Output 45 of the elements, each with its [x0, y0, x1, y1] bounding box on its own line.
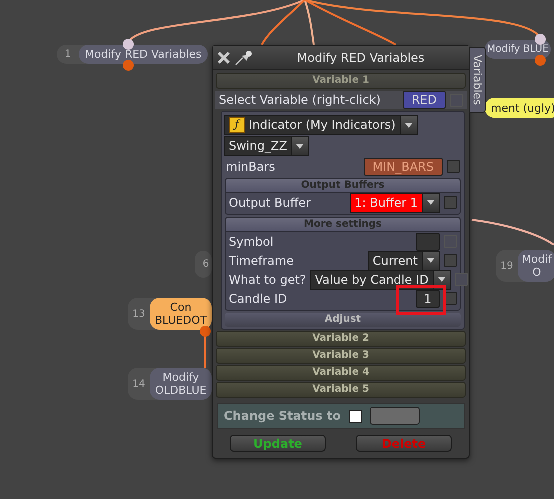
status-label: Change Status to: [224, 409, 341, 423]
checkbox[interactable]: [348, 410, 362, 422]
output-port[interactable]: [200, 326, 211, 337]
section-header[interactable]: Variable 2: [216, 331, 466, 347]
pin-icon[interactable]: [235, 50, 253, 66]
select-variable-label: Select Variable (right-click): [219, 93, 382, 107]
output-port[interactable]: [535, 55, 546, 66]
input-field[interactable]: [416, 232, 440, 250]
setting-label: What to get?: [229, 272, 306, 286]
input-port[interactable]: [123, 39, 134, 50]
checkbox[interactable]: [444, 254, 457, 267]
group-header: Output Buffers: [226, 179, 460, 193]
output-port[interactable]: [123, 60, 134, 71]
status-field[interactable]: [370, 407, 420, 425]
section-header[interactable]: Variable 5: [216, 382, 466, 398]
input-port[interactable]: [535, 34, 546, 45]
window-title: Modify RED Variables: [296, 50, 426, 64]
indicator-type-dropdown[interactable]: ƒ Indicator (My Indicators): [224, 115, 418, 135]
side-tab[interactable]: Variables: [469, 47, 486, 113]
section-header[interactable]: Variable 3: [216, 348, 466, 364]
setting-label: Symbol: [229, 234, 275, 248]
group-header: More settings: [226, 218, 460, 232]
input-field[interactable]: 1: [416, 290, 440, 308]
function-icon: ƒ: [229, 117, 245, 133]
param-tag[interactable]: MIN_BARS: [364, 158, 443, 176]
setting-label: Candle ID: [229, 292, 288, 306]
update-button[interactable]: Update: [230, 435, 326, 452]
adjust-header[interactable]: Adjust: [225, 313, 461, 327]
variable-tag[interactable]: RED: [402, 91, 446, 109]
setting-label: Timeframe: [229, 254, 295, 268]
setting-dropdown[interactable]: 1: Buffer 1: [350, 192, 440, 212]
section-header[interactable]: Variable 1: [216, 73, 466, 89]
comment-node[interactable]: ment (ugly): [485, 98, 554, 118]
param-label: minBars: [226, 160, 276, 174]
checkbox[interactable]: [447, 160, 460, 173]
flow-node[interactable]: 6: [195, 251, 212, 278]
section-header[interactable]: Variable 4: [216, 365, 466, 381]
setting-dropdown[interactable]: Current: [368, 250, 440, 270]
checkbox[interactable]: [444, 196, 457, 209]
setting-dropdown[interactable]: Value by Candle ID: [310, 270, 451, 290]
flow-node[interactable]: Modify BLUE: [485, 40, 551, 59]
indicator-dropdown[interactable]: Swing_ZZ: [224, 136, 310, 156]
flow-node[interactable]: 1 Modify RED Variables: [57, 45, 208, 64]
setting-label: Output Buffer: [229, 196, 312, 210]
close-icon[interactable]: [217, 50, 231, 64]
